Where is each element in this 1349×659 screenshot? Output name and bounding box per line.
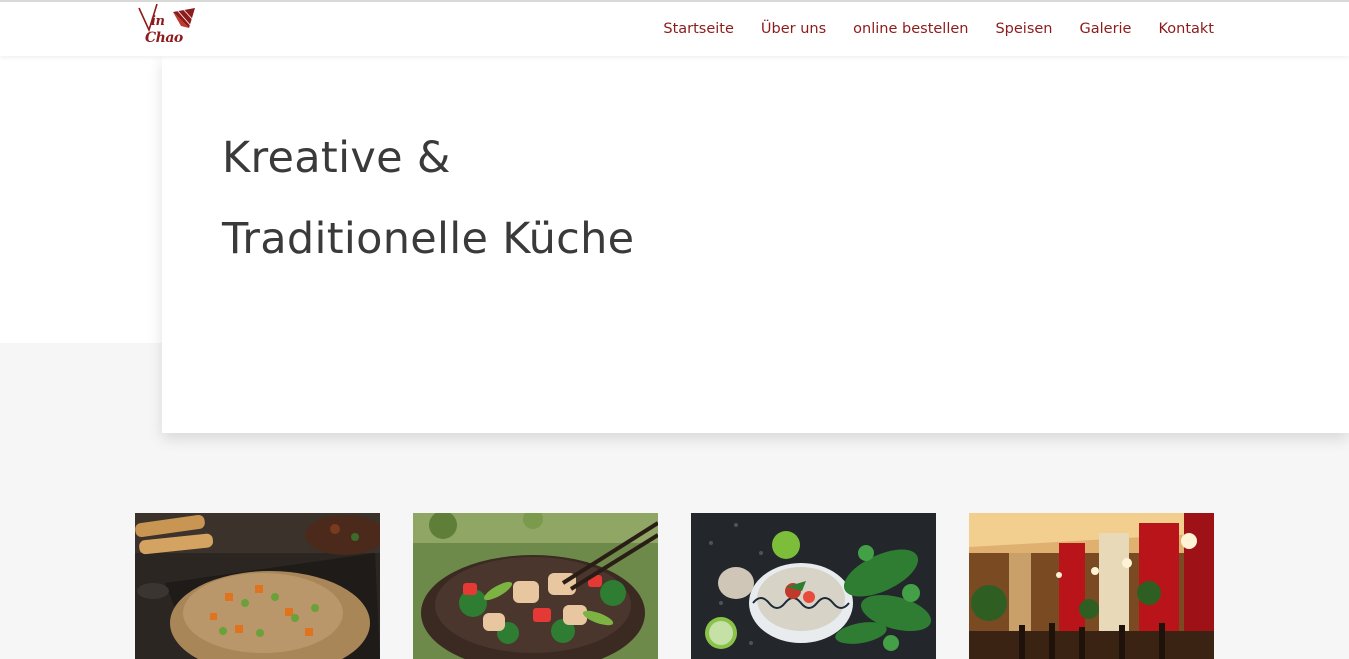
restaurant-interior-image [969, 513, 1214, 659]
nav-link-ueber-uns[interactable]: Über uns [761, 21, 826, 37]
site-header: in Chao Startseite Über uns online beste… [0, 2, 1349, 56]
nav-link-galerie[interactable]: Galerie [1080, 21, 1132, 37]
fried-rice-spring-rolls-image [135, 513, 380, 659]
nav-link-startseite[interactable]: Startseite [663, 21, 734, 37]
site-logo[interactable]: in Chao [137, 4, 199, 54]
hero-title: Kreative & Traditionelle Küche [222, 118, 634, 280]
gallery-tile-pho[interactable] [691, 513, 936, 659]
hero-card: Kreative & Traditionelle Küche [162, 56, 1349, 433]
nav-link-online-bestellen[interactable]: online bestellen [853, 21, 968, 37]
logo-text-in: in [151, 14, 165, 29]
gallery-tile-chicken-bowl[interactable] [413, 513, 658, 659]
gallery-tile-interior[interactable] [969, 513, 1214, 659]
gallery-tile-fried-rice[interactable] [135, 513, 380, 659]
logo-graphic [138, 4, 195, 33]
pho-soup-herbs-image [691, 513, 936, 659]
nav-link-speisen[interactable]: Speisen [995, 21, 1052, 37]
logo-text-chao: Chao [145, 30, 183, 46]
nav-link-kontakt[interactable]: Kontakt [1158, 21, 1214, 37]
hero-title-line-2: Traditionelle Küche [222, 214, 635, 264]
chicken-vegetable-bowl-image [413, 513, 658, 659]
hero-title-line-1: Kreative & [222, 133, 451, 183]
main-navigation: Startseite Über uns online bestellen Spe… [663, 2, 1214, 56]
